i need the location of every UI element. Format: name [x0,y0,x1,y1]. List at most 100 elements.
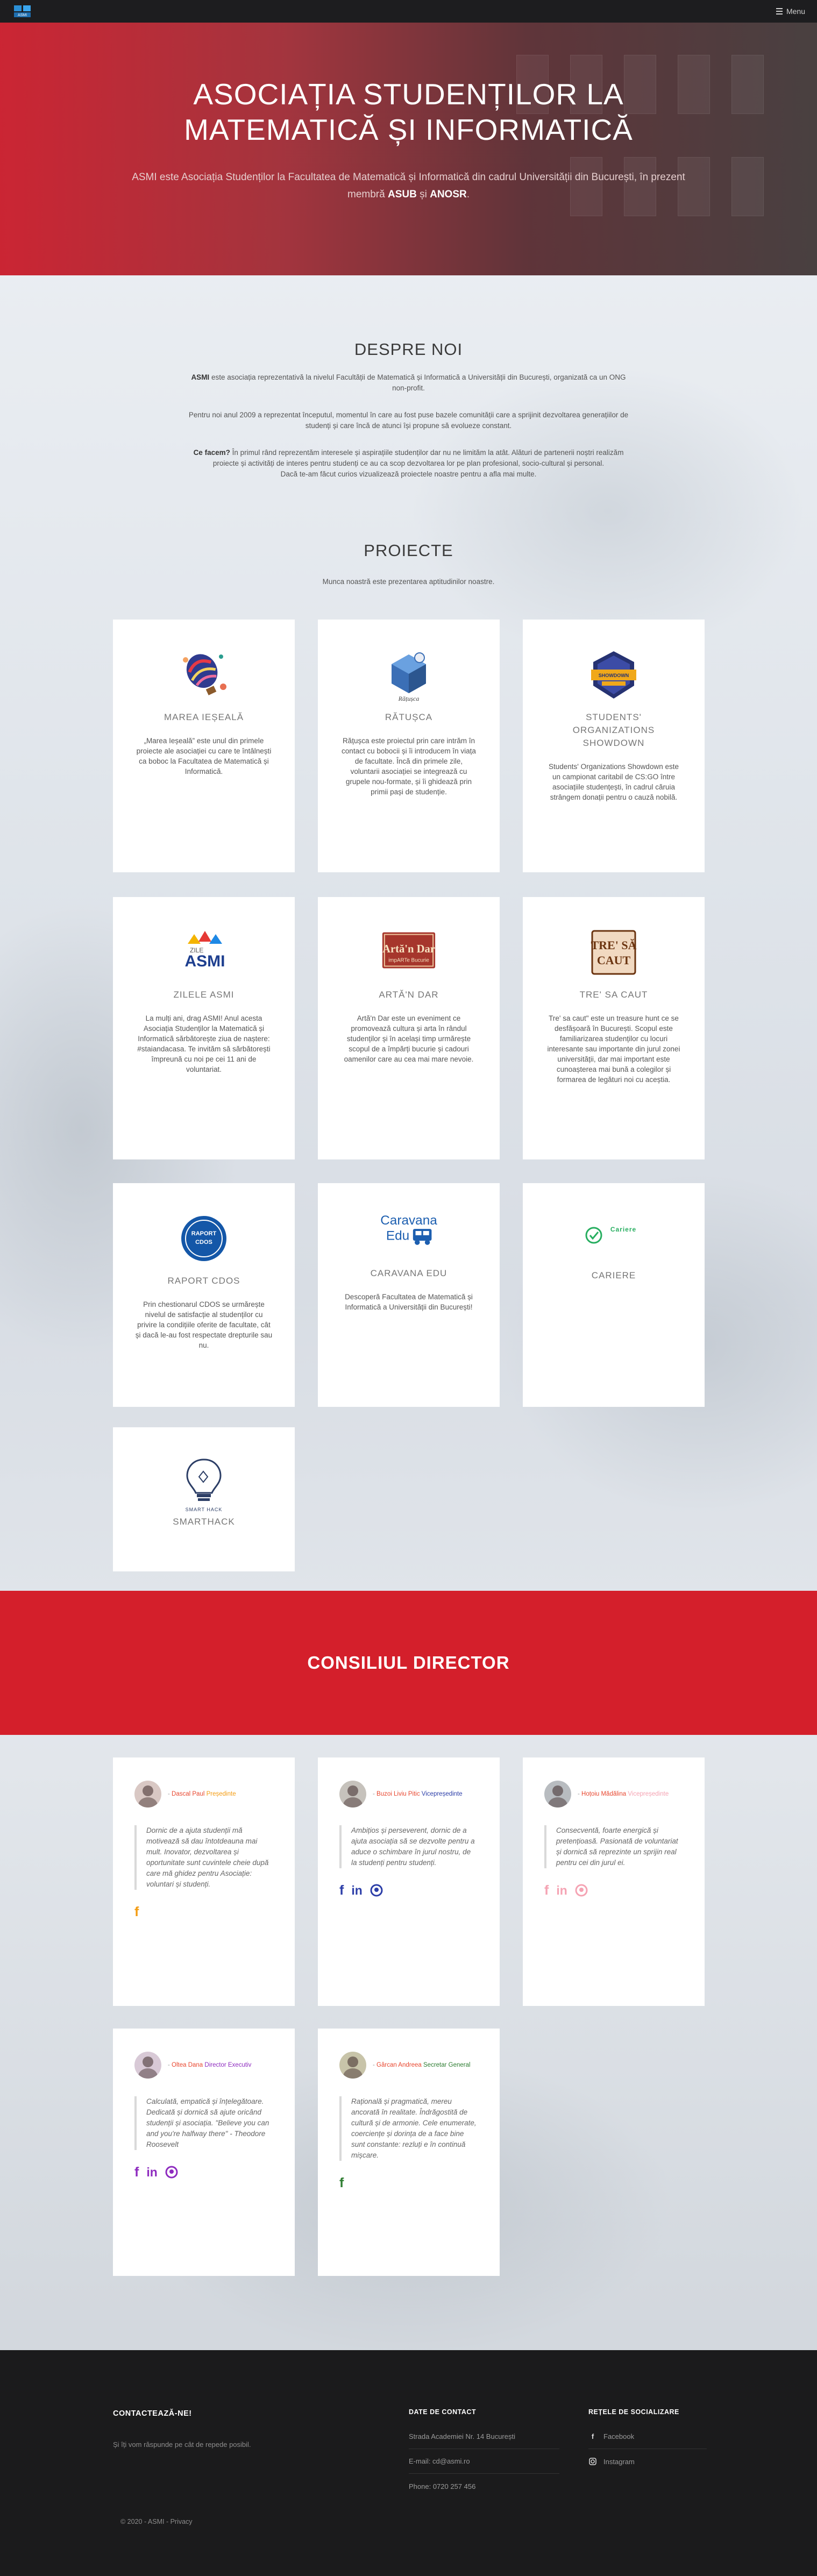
svg-text:Edu: Edu [386,1229,409,1243]
member-socials: f in [544,1882,683,1898]
facebook-icon[interactable]: f [134,2164,139,2180]
project-description: Artă'n Dar este un eveniment ce promovea… [344,1014,474,1063]
art-sign-icon: Artă'n Dar impARTe Bucurie [379,923,438,982]
github-icon[interactable] [370,1884,383,1897]
asmi-logo[interactable]: ASMI [12,3,33,20]
footer-facebook-link[interactable]: f Facebook [588,2424,707,2449]
project-title: TRE' SA CAUT [579,990,648,1000]
about-paragraph-3: Ce facem? În primul rând reprezentăm int… [186,447,631,469]
member-name: - Oltea Dana Director Executiv [168,2061,252,2068]
member-socials: f [339,2175,478,2191]
github-icon[interactable] [575,1884,588,1897]
svg-text:RAPORT: RAPORT [191,1230,217,1237]
about-p1-text: este asociația reprezentativă la nivelul… [209,373,626,392]
footer-email[interactable]: E-mail: cd@asmi.ro [409,2449,559,2474]
project-title: STUDENTS' ORGANIZATIONS SHOWDOWN [572,712,655,748]
member-role: Secretar General [423,2061,471,2068]
project-title: CARIERE [591,1270,636,1280]
project-description: Tre' sa caut" este un treasure hunt ce s… [547,1014,680,1084]
project-card[interactable]: Cariere CARIERE [523,1183,705,1407]
member-name-text: Oltea Dana [172,2061,203,2068]
svg-text:impARTe Bucurie: impARTe Bucurie [388,958,429,964]
member-name-text: Gârcan Andreea [376,2061,422,2068]
project-description: Rățușca este proiectul prin care intrăm … [342,737,476,796]
menu-label: Menu [786,7,805,16]
member-quote: Dornic de a ajuta studenții mă motivează… [134,1825,273,1890]
project-title: RĂTUȘCA [385,712,433,722]
about-p1-bold: ASMI [191,373,210,381]
shield-icon: SHOWDOWN [584,645,643,705]
project-title: RAPORT CDOS [167,1276,240,1286]
anosr-link[interactable]: ANOSR [430,189,467,200]
footer-instagram-link[interactable]: Instagram [588,2449,707,2474]
member-card: - Dascal Paul Președinte Dornic de a aju… [113,1757,295,2006]
member-card: - Oltea Dana Director Executiv Calculată… [113,2029,295,2276]
project-description: Students' Organizations Showdown este un… [549,763,679,801]
project-title: ARTĂ'N DAR [379,990,439,1000]
hero-subtitle-and: și [416,189,430,200]
svg-text:CDOS: CDOS [195,1239,212,1246]
linkedin-icon[interactable]: in [556,1882,567,1898]
hero-title: ASOCIAȚIA STUDENȚILOR LA MATEMATICĂ ȘI I… [0,76,817,147]
cariere-logo-text: Cariere [610,1226,637,1233]
member-socials: f in [134,2164,273,2180]
footer-social-title: REȚELE DE SOCIALIZARE [588,2408,679,2416]
footer-address: Strada Academiei Nr. 14 București [409,2424,559,2449]
footer-facebook-label: Facebook [603,2432,635,2440]
treasure-icon: TRE' SĂ CAUT [584,923,643,982]
project-description: La mulți ani, drag ASMI! Anul acesta Aso… [137,1014,271,1073]
svg-text:ASMI: ASMI [185,952,225,970]
footer: CONTACTEAZĂ-NE! Și îți vom răspunde pe c… [0,2350,817,2576]
member-role: Vicepreședinte [421,1790,463,1797]
member-name-text: Buzoi Liviu Pitic [376,1790,420,1797]
facebook-icon[interactable]: f [339,2175,344,2191]
footer-phone[interactable]: Phone: 0720 257 456 [409,2474,559,2499]
project-card[interactable]: MAREA IEȘEALĂ „Marea Ieșeală” este unul … [113,620,295,872]
footer-info-title: DATE DE CONTACT [409,2408,477,2416]
council-banner: CONSILIUL DIRECTOR [0,1591,817,1735]
facebook-icon[interactable]: f [134,1904,139,1920]
van-icon: Caravana Edu [379,1201,438,1261]
project-title: CARAVANA EDU [370,1268,447,1278]
member-card: - Gârcan Andreea Secretar General Rațion… [318,2029,500,2276]
project-card[interactable]: Artă'n Dar impARTe Bucurie ARTĂ'N DAR Ar… [318,897,500,1159]
about-paragraph-2: Pentru noi anul 2009 a reprezentat încep… [188,411,629,430]
linkedin-icon[interactable]: in [351,1882,362,1898]
project-card[interactable]: RAPORT CDOS RAPORT CDOS Prin chestionaru… [113,1183,295,1407]
svg-text:CAUT: CAUT [597,953,631,967]
github-icon[interactable] [165,2166,178,2179]
linkedin-icon[interactable]: in [146,2164,157,2180]
project-card[interactable]: ASMI ZILE ZILELE ASMI La mulți ani, drag… [113,897,295,1159]
asub-link[interactable]: ASUB [388,189,417,200]
project-card[interactable]: Caravana Edu CARAVANA EDU Descoperă Facu… [318,1183,500,1407]
projects-subtitle: Munca noastră este prezentarea aptitudin… [322,578,495,586]
instagram-icon [588,2458,597,2465]
hero-title-line1: ASOCIAȚIA STUDENȚILOR LA [193,77,624,111]
footer-contact-text: Și îți vom răspunde pe cât de repede pos… [113,2440,251,2449]
svg-text:SHOWDOWN: SHOWDOWN [599,673,629,678]
member-name-text: Dascal Paul [172,1790,205,1797]
project-title: MAREA IEȘEALĂ [164,712,244,722]
member-name: - Dascal Paul Președinte [168,1790,236,1797]
member-name: - Gârcan Andreea Secretar General [373,2061,471,2068]
member-card: - Hoțoiu Mădălina Vicepreședinte Consecv… [523,1757,705,2006]
project-card[interactable]: TRE' SĂ CAUT TRE' SA CAUT Tre' sa caut" … [523,897,705,1159]
project-description: Descoperă Facultatea de Matematică și In… [345,1293,473,1311]
project-card[interactable]: SMART HACK SMARTHACK [113,1427,295,1571]
hero-subtitle: ASMI este Asociația Studenților la Facul… [124,169,694,203]
hero-title-line2: MATEMATICĂ ȘI INFORMATICĂ [184,113,633,146]
project-card[interactable]: SHOWDOWN STUDENTS' ORGANIZATIONS SHOWDOW… [523,620,705,872]
member-role: Președinte [206,1790,236,1797]
project-description: Prin chestionarul CDOS se urmărește nive… [135,1300,273,1349]
project-card[interactable]: Rățușca RĂTUȘCA Rățușca este proiectul p… [318,620,500,872]
balloon-icon [174,645,233,705]
menu-button[interactable]: Menu [776,7,805,16]
facebook-icon[interactable]: f [544,1882,549,1898]
svg-text:Rățușca: Rățușca [398,695,420,702]
footer-copyright: © 2020 - ASMI - Privacy [120,2518,193,2525]
report-badge-icon: RAPORT CDOS [174,1209,233,1268]
footer-instagram-label: Instagram [603,2457,635,2466]
facebook-icon[interactable]: f [339,1882,344,1898]
avatar [339,1781,366,1808]
svg-text:Caravana: Caravana [380,1213,437,1228]
